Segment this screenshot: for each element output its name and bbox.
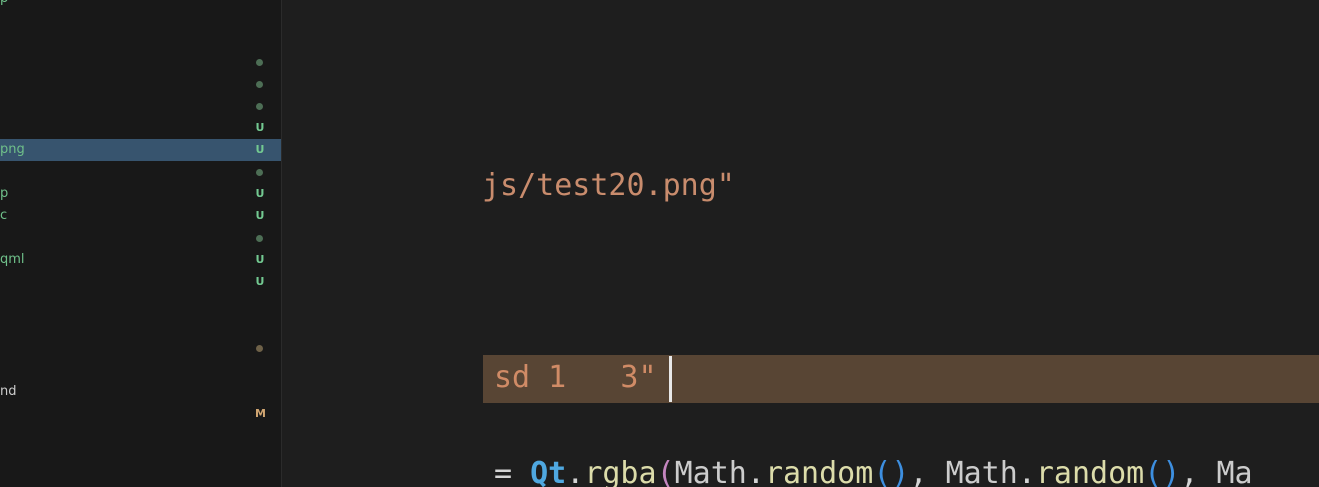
folder-changes-dot-icon: [256, 345, 263, 352]
untracked-badge: U: [255, 253, 265, 266]
code-line-image-path: js/test20.png": [482, 168, 735, 203]
code-token: rgba: [584, 456, 657, 487]
explorer-item[interactable]: cU: [0, 205, 281, 227]
explorer-item[interactable]: [0, 227, 281, 249]
code-token: .: [566, 456, 585, 487]
explorer-item-label: p: [0, 0, 8, 10]
untracked-badge: U: [255, 209, 265, 222]
code-line-rgba: = Qt.rgba(Math.random(), Math.random(), …: [494, 456, 1253, 487]
code-token: =: [494, 456, 531, 487]
explorer-item-label: nd: [0, 384, 17, 399]
explorer-item[interactable]: [0, 337, 281, 359]
code-token: random: [1035, 456, 1145, 487]
untracked-badge: U: [255, 121, 265, 134]
file-explorer: pUpngUpUcUqmlUUndM: [0, 0, 282, 487]
folder-changes-dot-icon: [256, 81, 263, 88]
explorer-item[interactable]: p: [0, 0, 281, 10]
explorer-item[interactable]: U: [0, 117, 281, 139]
code-token: (): [1144, 456, 1181, 487]
explorer-item-label: png: [0, 142, 25, 157]
code-editor[interactable]: js/test20.png" sd 1 3" = Qt.rgba(Math.ra…: [282, 0, 1319, 487]
folder-changes-dot-icon: [256, 169, 263, 176]
explorer-item-label: p: [0, 186, 9, 201]
untracked-badge: U: [255, 187, 265, 200]
explorer-item[interactable]: [0, 161, 281, 183]
untracked-badge: U: [255, 143, 265, 156]
code-line-current: sd 1 3": [494, 360, 657, 395]
code-token: Math: [945, 456, 1018, 487]
code-token: Math: [674, 456, 747, 487]
code-token: (): [873, 456, 910, 487]
explorer-item[interactable]: M: [0, 403, 281, 425]
untracked-badge: U: [255, 275, 265, 288]
code-token: Qt: [530, 456, 567, 487]
code-token: ,: [1180, 456, 1217, 487]
explorer-item[interactable]: pU: [0, 183, 281, 205]
explorer-item-label: qml: [0, 252, 25, 267]
explorer-item[interactable]: U: [0, 271, 281, 293]
explorer-item[interactable]: qml U: [0, 249, 281, 271]
explorer-item[interactable]: nd: [0, 381, 281, 403]
folder-changes-dot-icon: [256, 235, 263, 242]
code-token: random: [764, 456, 874, 487]
folder-changes-dot-icon: [256, 103, 263, 110]
explorer-item[interactable]: [0, 51, 281, 73]
text-cursor: [669, 356, 672, 402]
code-token: ,: [909, 456, 946, 487]
code-token: .: [1017, 456, 1036, 487]
explorer-item[interactable]: [0, 95, 281, 117]
explorer-item[interactable]: png U: [0, 139, 281, 161]
modified-badge: M: [255, 407, 266, 420]
folder-changes-dot-icon: [256, 59, 263, 66]
explorer-item[interactable]: [0, 73, 281, 95]
code-token: Ma: [1216, 456, 1253, 487]
code-token: .: [746, 456, 765, 487]
explorer-item-label: c: [0, 208, 8, 223]
code-token: (: [656, 456, 675, 487]
